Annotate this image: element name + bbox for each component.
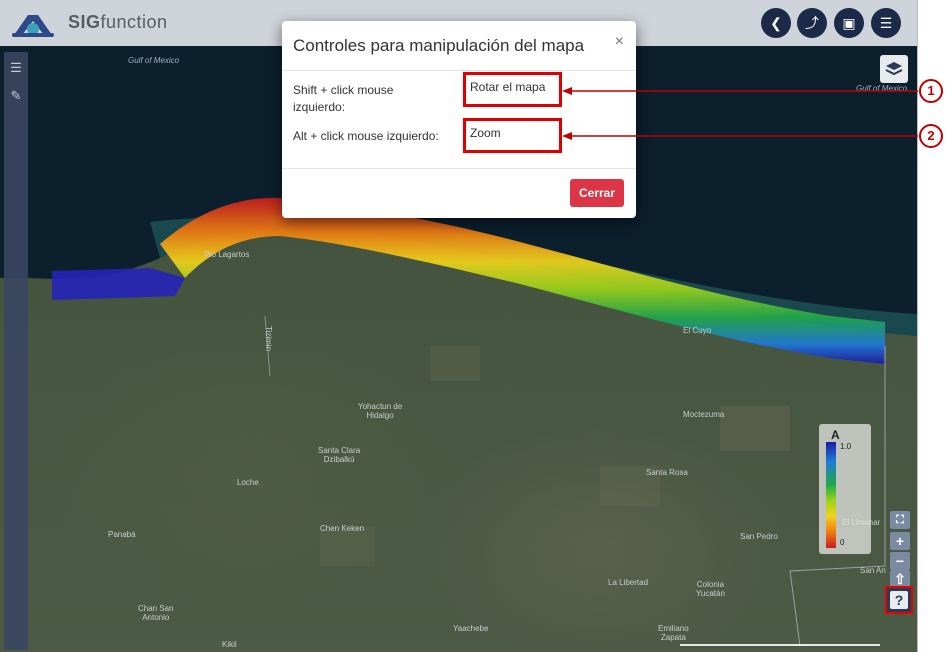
zoom-in-button[interactable]: + <box>890 532 910 550</box>
callout-2: 2 <box>919 124 943 148</box>
callout-1: 1 <box>919 79 943 103</box>
map-label: Yaachebe <box>453 624 489 633</box>
tool-sidebar: ☰ ✎ <box>4 52 28 650</box>
brand-name: SIGfunction <box>68 12 168 33</box>
modal-divider <box>282 70 636 71</box>
modal-divider <box>282 168 636 169</box>
share-button[interactable]: ⤴ <box>797 8 827 38</box>
close-icon[interactable]: × <box>615 33 624 51</box>
help-button[interactable]: ? <box>885 586 913 614</box>
share-icon: ⤴ <box>805 15 819 31</box>
map-label: Santa Rosa <box>646 468 688 477</box>
sigfunction-logo-icon <box>12 15 54 37</box>
brush-icon[interactable]: ✎ <box>8 88 24 104</box>
save-icon: ▣ <box>842 14 856 31</box>
map-label: Chen Keken <box>320 524 365 533</box>
fullscreen-button[interactable]: ⛶ <box>890 511 910 529</box>
legend-min: 0 <box>840 538 845 547</box>
map-label: Rio Lagartos <box>204 250 250 259</box>
map-label: Panabá <box>108 530 136 539</box>
rotate-map-value: Rotar el mapa <box>463 72 562 107</box>
map-label: La Libertad <box>608 578 649 587</box>
close-button[interactable]: Cerrar <box>570 179 624 207</box>
map-label: Gulf of Mexico <box>128 56 180 65</box>
field-patch <box>720 406 790 451</box>
alt-click-label: Alt + click mouse izquierdo: <box>293 129 439 143</box>
menu-icon: ☰ <box>879 14 893 31</box>
app-window: Gulf of Mexico Gulf of Mexico Rio Lagart… <box>0 0 918 652</box>
brand-rest: function <box>100 12 168 32</box>
menu-button[interactable]: ☰ <box>871 8 901 38</box>
zoom-value: Zoom <box>463 118 562 153</box>
brand-bold: SIG <box>68 12 101 32</box>
map-label: Chan San Antonio <box>138 604 174 622</box>
scale-bar <box>680 644 880 646</box>
controls-modal: Controles para manipulación del mapa × S… <box>282 21 636 218</box>
hazard-band-west <box>52 268 185 300</box>
map-label: Tizimin <box>264 326 273 352</box>
map-label: Emiliano Zapata <box>658 624 689 642</box>
map-label: Gulf of Mexico <box>856 84 908 93</box>
layers-icon <box>885 62 903 76</box>
map-label: Yohactun de Hidalgo <box>358 402 403 420</box>
legend-max: 1.0 <box>840 442 852 451</box>
map-label: Loche <box>237 478 259 487</box>
map-label: Kikil <box>222 640 237 649</box>
chevron-left-icon: ❮ <box>770 14 782 31</box>
back-button[interactable]: ❮ <box>761 8 791 38</box>
zoom-out-button[interactable]: − <box>890 552 910 570</box>
layers-button[interactable] <box>880 55 908 83</box>
save-button[interactable]: ▣ <box>834 8 864 38</box>
field-patch <box>430 346 480 381</box>
legend-title: A <box>831 428 840 442</box>
map-label: Colonia Yucatán <box>696 580 725 598</box>
sliders-icon[interactable]: ☰ <box>8 60 24 76</box>
map-label: El Cuyo <box>683 326 712 335</box>
map-label: San An <box>860 566 886 575</box>
shift-click-label: Shift + click mouse izquierdo: <box>293 83 394 114</box>
map-label: Moctezuma <box>683 410 725 419</box>
legend-colorbar <box>826 442 836 548</box>
map-legend: A 1.0 0 <box>819 424 871 554</box>
modal-title: Controles para manipulación del mapa <box>293 36 585 55</box>
map-label: Santa Clara Dzibalkú <box>318 446 361 464</box>
map-label: San Pedro <box>740 532 778 541</box>
help-icon: ? <box>890 591 908 609</box>
